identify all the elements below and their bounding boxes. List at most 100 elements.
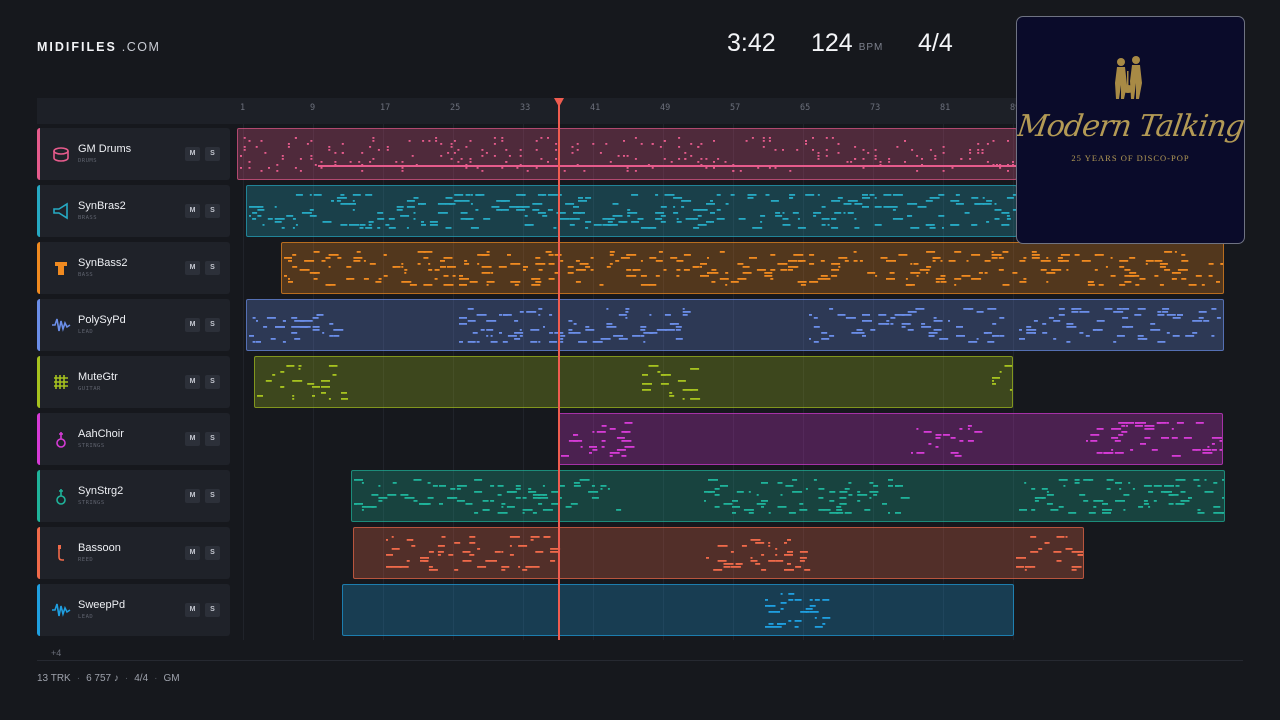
track-header[interactable]: Bassoon REED M S	[37, 527, 230, 579]
violin-icon	[56, 432, 66, 448]
track-header[interactable]: SynStrg2 STRINGS M S	[37, 470, 230, 522]
wave-icon	[52, 603, 71, 617]
note-pattern	[284, 251, 1223, 286]
ruler-bar-label: 57	[730, 103, 741, 113]
drum-icon	[53, 147, 69, 162]
mute-button[interactable]: M	[185, 375, 200, 389]
horn-icon	[53, 202, 68, 220]
midi-clip[interactable]	[353, 527, 1084, 579]
solo-button[interactable]: S	[205, 603, 220, 617]
track-header[interactable]: SweepPd LEAD M S	[37, 584, 230, 636]
track-type: BRASS	[78, 215, 98, 221]
mute-button[interactable]: M	[185, 489, 200, 503]
brand-suffix: .COM	[116, 40, 161, 54]
track-name: GM Drums	[78, 143, 132, 155]
track-name: SweepPd	[78, 599, 126, 611]
note-pattern	[240, 137, 1016, 172]
midi-clip[interactable]	[237, 128, 1017, 180]
midi-clip[interactable]	[254, 356, 1013, 408]
status-meter: 4/4	[134, 673, 149, 684]
solo-button[interactable]: S	[205, 147, 220, 161]
track-color-strip	[37, 185, 40, 237]
ruler-bar-label: 17	[380, 103, 391, 113]
track-header[interactable]: PolySyPd LEAD M S	[37, 299, 230, 351]
more-tracks-link[interactable]: +4	[51, 648, 61, 658]
playhead[interactable]	[558, 104, 560, 640]
grid-line	[243, 124, 244, 640]
midi-clip[interactable]	[281, 242, 1224, 294]
mute-button[interactable]: M	[185, 432, 200, 446]
tempo-display: 124 BPM	[811, 29, 883, 58]
track-type: LEAD	[78, 329, 94, 335]
note-pattern	[249, 194, 1016, 229]
status-track-count: 13 TRK	[37, 673, 71, 684]
note-pattern	[249, 308, 1221, 343]
ruler-bar-label: 49	[660, 103, 671, 113]
midi-clip[interactable]	[351, 470, 1225, 522]
track-color-strip	[37, 128, 40, 180]
midi-clip[interactable]	[558, 413, 1223, 465]
track-type: DRUMS	[78, 158, 98, 164]
track-color-strip	[37, 242, 40, 294]
midi-clip[interactable]	[342, 584, 1014, 636]
mute-button[interactable]: M	[185, 318, 200, 332]
track-header[interactable]: SynBass2 BASS M S	[37, 242, 230, 294]
track-color-strip	[37, 299, 40, 351]
track-header[interactable]: MuteGtr GUITAR M S	[37, 356, 230, 408]
track-type: GUITAR	[78, 386, 101, 392]
status-bar: 13 TRK · 6 757 ♪ · 4/4 · GM	[37, 673, 180, 684]
midi-clip[interactable]	[246, 299, 1224, 351]
track-color-strip	[37, 356, 40, 408]
mute-button[interactable]: M	[185, 546, 200, 560]
note-pattern	[386, 536, 1083, 571]
song-time: 3:42	[727, 29, 776, 57]
track-name: SynBass2	[78, 257, 128, 269]
ruler-bar-label: 65	[800, 103, 811, 113]
track-color-strip	[37, 413, 40, 465]
solo-button[interactable]: S	[205, 546, 220, 560]
ruler-bar-label: 1	[240, 103, 246, 113]
ruler-bar-label: 41	[590, 103, 601, 113]
track-header[interactable]: GM Drums DRUMS M S	[37, 128, 230, 180]
brand-logo: MIDIFILES .COM	[37, 40, 160, 54]
mute-button[interactable]: M	[185, 204, 200, 218]
mute-button[interactable]: M	[185, 261, 200, 275]
wave-icon	[52, 318, 71, 332]
tempo-unit: BPM	[858, 42, 884, 53]
track-name: MuteGtr	[78, 371, 118, 383]
mute-button[interactable]: M	[185, 147, 200, 161]
album-title: Modern Talking	[1016, 109, 1245, 144]
album-cover: Modern Talking 25 YEARS OF DISCO-POP	[1016, 16, 1245, 244]
guitar-grid-icon	[54, 375, 68, 389]
solo-button[interactable]: S	[205, 432, 220, 446]
solo-button[interactable]: S	[205, 261, 220, 275]
bass-icon	[55, 262, 67, 275]
ruler-bar-label: 9	[310, 103, 316, 113]
solo-button[interactable]: S	[205, 489, 220, 503]
ruler-bar-label: 81	[940, 103, 951, 113]
status-note-count: 6 757 ♪	[86, 673, 119, 684]
ruler-bar-label: 33	[520, 103, 531, 113]
note-pattern	[257, 365, 1012, 400]
tempo-value: 124	[811, 29, 853, 57]
solo-button[interactable]: S	[205, 318, 220, 332]
track-color-strip	[37, 527, 40, 579]
meter-display: 4/4	[918, 29, 953, 57]
midi-clip[interactable]	[246, 185, 1017, 237]
violin-icon	[56, 489, 66, 505]
mute-button[interactable]: M	[185, 603, 200, 617]
note-pattern	[561, 422, 1222, 457]
track-name: PolySyPd	[78, 314, 126, 326]
ruler-bar-label: 25	[450, 103, 461, 113]
track-header[interactable]: SynBras2 BRASS M S	[37, 185, 230, 237]
track-name: SynStrg2	[78, 485, 124, 497]
track-header[interactable]: AahChoir STRINGS M S	[37, 413, 230, 465]
solo-button[interactable]: S	[205, 375, 220, 389]
ruler-bar-label: 73	[870, 103, 881, 113]
track-color-strip	[37, 470, 40, 522]
solo-button[interactable]: S	[205, 204, 220, 218]
brand-name: MIDIFILES	[37, 40, 117, 54]
track-type: STRINGS	[78, 500, 105, 506]
note-pattern	[765, 593, 831, 628]
track-type: REED	[78, 557, 94, 563]
